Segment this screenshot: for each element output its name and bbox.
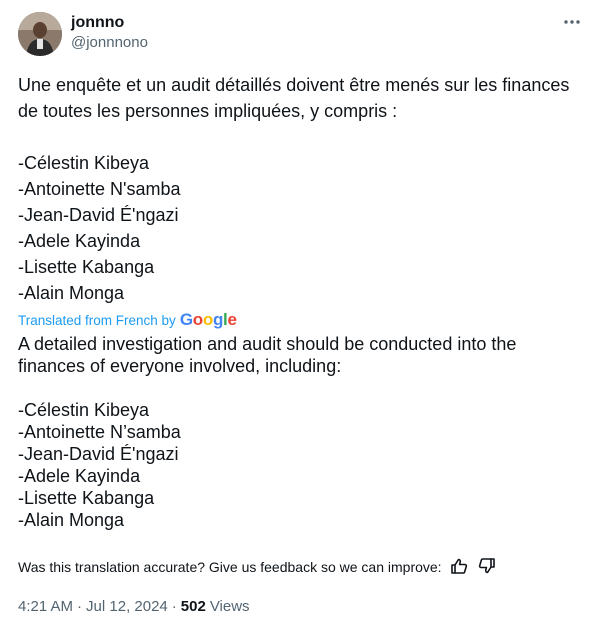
author-names: jonnno @jonnnono	[71, 13, 148, 53]
tweet-date[interactable]: Jul 12, 2024	[86, 598, 168, 615]
tweet-translated-text: A detailed investigation and audit shoul…	[18, 334, 517, 530]
display-name[interactable]: jonnno	[71, 13, 148, 33]
tweet-time[interactable]: 4:21 AM	[18, 598, 73, 615]
google-logo: Google	[179, 310, 237, 329]
thumbs-up-button[interactable]	[448, 556, 470, 578]
feedback-prompt: Was this translation accurate? Give us f…	[18, 559, 442, 575]
translation-feedback: Was this translation accurate? Give us f…	[18, 556, 498, 578]
meta-separator: ·	[77, 597, 83, 615]
tweet-meta: 4:21 AM · Jul 12, 2024 · 502 Views	[18, 595, 250, 617]
thumbs-up-icon	[450, 557, 468, 578]
translated-label: Translated from French by	[18, 312, 176, 328]
handle[interactable]: @jonnnono	[71, 33, 148, 53]
tweet-header: jonnno @jonnnono	[18, 12, 584, 58]
meta-separator-2: ·	[171, 597, 177, 615]
tweet: jonnno @jonnnono Une enquête et un audit…	[0, 0, 598, 625]
views-count: 502	[180, 597, 206, 615]
views-label: Views	[209, 597, 250, 615]
translation-attribution[interactable]: Translated from French by Google	[18, 309, 237, 331]
more-icon	[563, 13, 581, 36]
more-button[interactable]	[562, 14, 582, 34]
avatar[interactable]	[18, 12, 62, 56]
tweet-original-text: Une enquête et un audit détaillés doiven…	[18, 75, 570, 303]
thumbs-down-button[interactable]	[476, 556, 498, 578]
thumbs-down-icon	[478, 557, 496, 578]
